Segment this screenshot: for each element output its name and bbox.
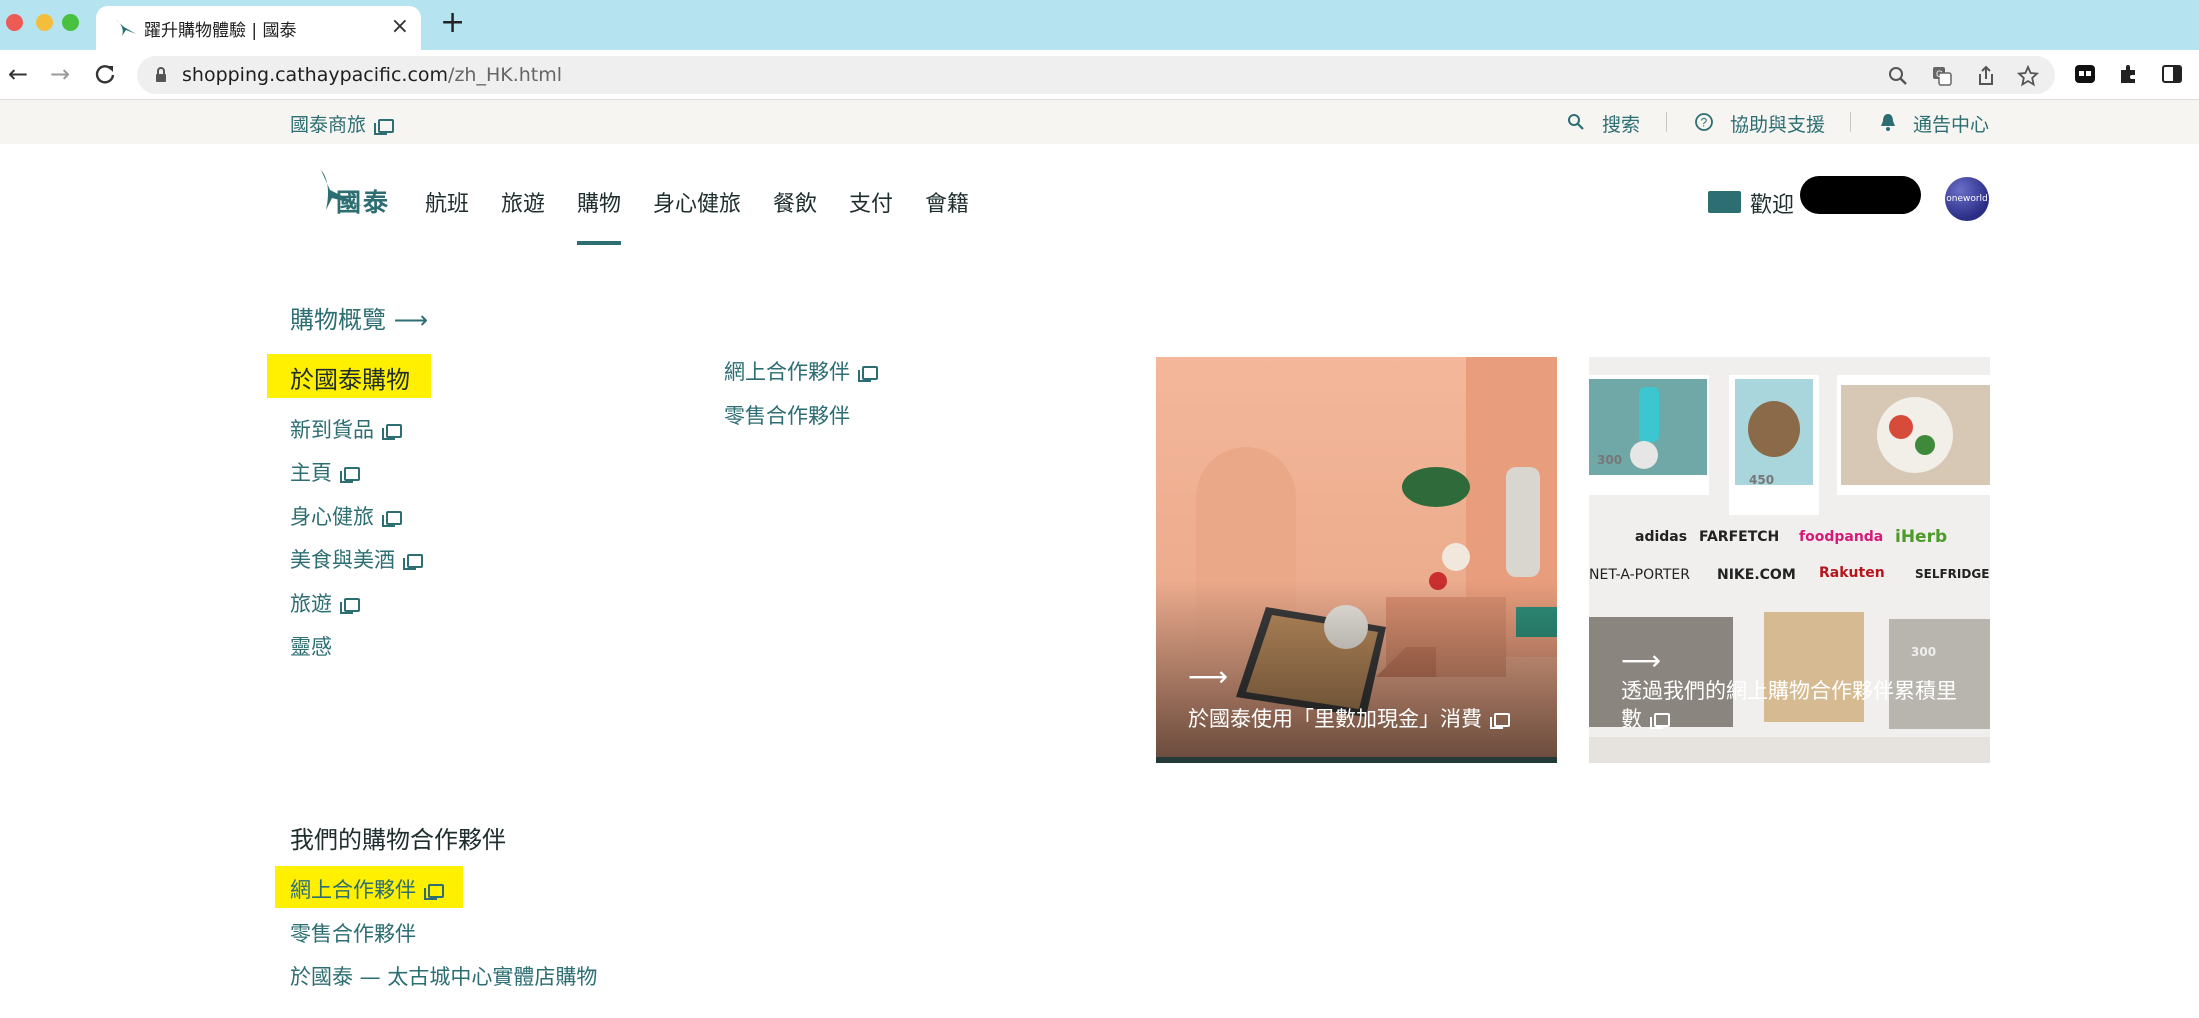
inspiration-link[interactable]: 靈感 xyxy=(290,631,332,661)
arrow-right-icon: ⟶ xyxy=(393,306,429,334)
extensions-puzzle-icon[interactable] xyxy=(2117,62,2141,86)
brand-foodpanda: foodpanda xyxy=(1799,529,1884,545)
shop-at-cathay-heading: 於國泰購物 xyxy=(290,366,410,394)
bell-icon[interactable] xyxy=(1879,112,1897,132)
promo-caption: 於國泰使用「里數加現金」消費 xyxy=(1188,705,1537,733)
cathay-favicon-icon xyxy=(116,20,136,36)
miles-badge: 300 xyxy=(1597,453,1623,467)
close-tab-icon[interactable]: × xyxy=(391,14,409,39)
home-link[interactable]: 主頁 xyxy=(290,457,360,487)
brand-nike: NIKE.COM xyxy=(1717,567,1796,583)
oneworld-badge-icon: oneworld xyxy=(1945,177,1989,221)
membership-card-icon xyxy=(1708,191,1741,213)
shopping-overview-link[interactable]: 購物概覽 ⟶ xyxy=(290,300,428,335)
external-link-icon xyxy=(340,598,360,614)
url-text: shopping.cathaypacific.com/zh_HK.html xyxy=(182,64,563,86)
nav-shopping[interactable]: 購物 xyxy=(577,186,621,218)
brand-iherb: iHerb xyxy=(1895,527,1948,547)
external-link-icon xyxy=(382,424,402,440)
welcome-text: 歡迎 xyxy=(1750,193,1795,218)
lock-icon xyxy=(156,67,166,82)
arrow-right-icon: ⟶ xyxy=(1621,644,1662,677)
external-link-icon xyxy=(374,118,395,135)
partners-retail-link[interactable]: 零售合作夥伴 xyxy=(290,918,416,948)
travel-link[interactable]: 旅遊 xyxy=(290,588,360,618)
external-link-icon xyxy=(858,366,878,382)
search-icon[interactable] xyxy=(1567,113,1585,131)
search-page-icon[interactable] xyxy=(1887,65,1909,87)
help-support-link[interactable]: 協助與支援 xyxy=(1730,110,1825,137)
reload-icon[interactable] xyxy=(94,63,116,85)
forward-icon[interactable]: → xyxy=(50,60,70,88)
nav-travel[interactable]: 旅遊 xyxy=(501,186,545,218)
nav-membership[interactable]: 會籍 xyxy=(925,186,969,218)
browser-tab-bar: 躍升購物體驗 | 國泰 × + xyxy=(0,0,2199,50)
browser-toolbar: ← → shopping.cathaypacific.com/zh_HK.htm… xyxy=(0,50,2199,100)
promo-card-online-partners[interactable]: 300 450 300 adidas FARFETCH foodpanda iH… xyxy=(1589,357,1990,763)
promo-caption: 透過我們的網上購物合作夥伴累積里數 xyxy=(1621,679,1957,731)
arrow-right-icon: ⟶ xyxy=(1188,660,1229,693)
bookmark-star-icon[interactable] xyxy=(2017,65,2039,87)
external-link-icon xyxy=(340,467,360,483)
nav-wellness[interactable]: 身心健旅 xyxy=(653,186,741,218)
svg-text:?: ? xyxy=(1701,116,1708,130)
brand-selfridges: SELFRIDGES xyxy=(1915,567,1990,581)
brand-net-a-porter: NET-A-PORTER xyxy=(1589,567,1690,583)
maximize-window-button[interactable] xyxy=(62,14,79,31)
online-partners-link[interactable]: 網上合作夥伴 xyxy=(724,356,878,386)
minimize-window-button[interactable] xyxy=(36,14,53,31)
partners-cityplaza-link[interactable]: 於國泰 — 太古城中心實體店購物 xyxy=(290,961,597,991)
brand-adidas: adidas xyxy=(1635,529,1688,545)
side-panel-icon[interactable] xyxy=(2160,62,2184,86)
address-bar[interactable]: shopping.cathaypacific.com/zh_HK.html G xyxy=(137,56,2055,94)
help-icon[interactable]: ? xyxy=(1694,112,1714,132)
utility-bar: 國泰商旅 搜索 ? 協助與支援 通告中心 xyxy=(0,100,2199,144)
new-arrivals-link[interactable]: 新到貨品 xyxy=(290,414,402,444)
divider xyxy=(1666,112,1667,132)
nav-dining[interactable]: 餐飲 xyxy=(773,186,817,218)
search-link[interactable]: 搜索 xyxy=(1602,110,1640,137)
svg-text:G: G xyxy=(1936,69,1943,79)
active-nav-indicator xyxy=(577,241,621,245)
cathay-business-link[interactable]: 國泰商旅 xyxy=(290,110,395,137)
tab-title: 躍升購物體驗 | 國泰 xyxy=(144,21,297,41)
partners-heading: 我們的購物合作夥伴 xyxy=(290,826,506,854)
nav-payment[interactable]: 支付 xyxy=(849,186,893,218)
external-link-icon xyxy=(403,554,423,570)
promo-card-miles-plus-cash[interactable]: ⟶ 於國泰使用「里數加現金」消費 xyxy=(1156,357,1557,763)
partners-online-link[interactable]: 網上合作夥伴 xyxy=(290,874,444,904)
notification-centre-link[interactable]: 通告中心 xyxy=(1913,110,1989,137)
promo-image-tablet-scene xyxy=(1156,357,1557,763)
logo-text[interactable]: 國泰 xyxy=(336,183,390,219)
retail-partners-link[interactable]: 零售合作夥伴 xyxy=(724,400,850,430)
redacted-username[interactable] xyxy=(1800,176,1921,214)
nav-flights[interactable]: 航班 xyxy=(425,186,469,218)
external-link-icon xyxy=(1490,713,1510,729)
divider xyxy=(1850,112,1851,132)
close-window-button[interactable] xyxy=(6,14,23,31)
food-wine-link[interactable]: 美食與美酒 xyxy=(290,544,423,574)
external-link-icon xyxy=(382,511,402,527)
miles-badge: 300 xyxy=(1911,645,1937,659)
translate-icon[interactable]: G xyxy=(1931,65,1953,87)
external-link-icon xyxy=(1650,713,1670,729)
external-link-icon xyxy=(424,884,444,900)
browser-tab[interactable]: 躍升購物體驗 | 國泰 × xyxy=(96,6,421,50)
brand-rakuten: Rakuten xyxy=(1819,565,1885,581)
back-icon[interactable]: ← xyxy=(8,60,28,88)
miles-badge: 450 xyxy=(1749,473,1775,487)
new-tab-button[interactable]: + xyxy=(440,8,465,38)
extension-app-icon[interactable] xyxy=(2073,62,2097,86)
share-icon[interactable] xyxy=(1975,65,1997,87)
brand-farfetch: FARFETCH xyxy=(1699,529,1780,545)
wellness-link[interactable]: 身心健旅 xyxy=(290,501,402,531)
